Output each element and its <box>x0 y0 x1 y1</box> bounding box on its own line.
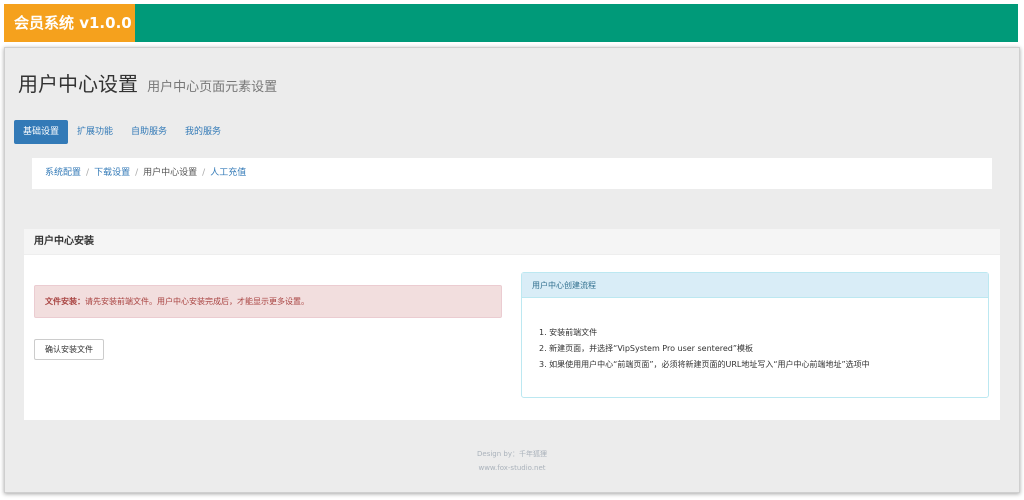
confirm-install-button[interactable]: 确认安装文件 <box>34 339 104 360</box>
breadcrumb-download-settings[interactable]: 下载设置 <box>94 168 130 178</box>
list-item: 3. 如果使用用户中心“前端页面”，必须将新建页面的URL地址写入“用户中心前端… <box>539 360 870 369</box>
breadcrumb-manual-recharge[interactable]: 人工充值 <box>210 168 246 178</box>
panel-title: 用户中心安装 <box>24 229 1000 255</box>
install-panel: 用户中心安装 文件安装：请先安装前端文件。用户中心安装完成后，才能显示更多设置。… <box>24 229 1000 420</box>
breadcrumb-system-config[interactable]: 系统配置 <box>45 168 81 178</box>
breadcrumb: 系统配置 / 下载设置 / 用户中心设置 / 人工充值 <box>32 158 992 189</box>
breadcrumb-separator: / <box>86 168 90 178</box>
list-item: 2. 新建页面，并选择“VipSystem Pro user sentered”… <box>539 344 753 353</box>
footer-design-credit: Design by：千年狐狸 <box>477 450 547 458</box>
page-title: 用户中心设置 用户中心页面元素设置 <box>18 68 277 97</box>
steps-list: 1. 安装前端文件 2. 新建页面，并选择“VipSystem Pro user… <box>539 325 870 373</box>
tab-self-service[interactable]: 自助服务 <box>122 120 176 144</box>
install-alert: 文件安装：请先安装前端文件。用户中心安装完成后，才能显示更多设置。 <box>34 285 502 318</box>
footer-site-link[interactable]: www.fox-studio.net <box>5 464 1019 472</box>
list-item: 1. 安装前端文件 <box>539 328 598 337</box>
top-bar: 会员系统 v1.0.0 <box>4 4 1018 42</box>
app-brand[interactable]: 会员系统 v1.0.0 <box>4 4 135 42</box>
info-box: 用户中心创建流程 1. 安装前端文件 2. 新建页面，并选择“VipSystem… <box>521 272 989 398</box>
page-title-main: 用户中心设置 <box>18 72 138 96</box>
settings-tabs: 基础设置 扩展功能 自助服务 我的服务 <box>14 120 230 144</box>
breadcrumb-user-center: 用户中心设置 <box>143 168 198 178</box>
breadcrumb-separator: / <box>202 168 206 178</box>
page-subtitle: 用户中心页面元素设置 <box>147 80 278 95</box>
tab-extensions[interactable]: 扩展功能 <box>68 120 122 144</box>
breadcrumb-separator: / <box>135 168 139 178</box>
alert-text: 请先安装前端文件。用户中心安装完成后，才能显示更多设置。 <box>85 297 309 306</box>
alert-label: 文件安装： <box>45 297 85 306</box>
main-frame: 用户中心设置 用户中心页面元素设置 基础设置 扩展功能 自助服务 我的服务 系统… <box>4 47 1020 493</box>
info-box-title: 用户中心创建流程 <box>522 273 988 298</box>
tab-my-services[interactable]: 我的服务 <box>176 120 230 144</box>
tab-basic-settings[interactable]: 基础设置 <box>14 120 69 144</box>
